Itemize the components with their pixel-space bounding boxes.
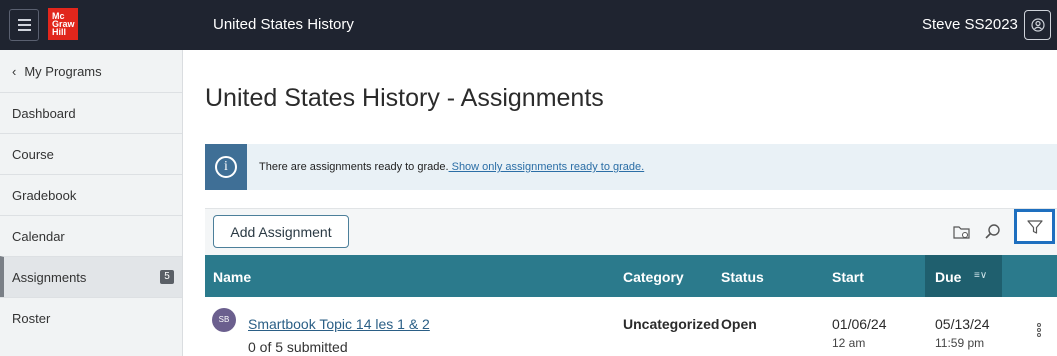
- show-ready-to-grade-link[interactable]: Show only assignments ready to grade.: [449, 161, 645, 173]
- sidebar: ‹ My Programs Dashboard Course Gradebook …: [0, 50, 183, 356]
- user-menu-button[interactable]: [1024, 10, 1051, 40]
- course-title: United States History: [213, 16, 354, 33]
- user-name[interactable]: Steve SS2023: [922, 16, 1018, 33]
- status-cell: Open: [721, 316, 757, 332]
- add-assignment-button[interactable]: Add Assignment: [213, 215, 349, 248]
- assignments-count-badge: 5: [160, 270, 174, 284]
- page-title: United States History - Assignments: [205, 84, 604, 112]
- mcgraw-hill-logo: Mc Graw Hill: [48, 8, 78, 40]
- due-date-cell: 05/13/24: [935, 316, 990, 332]
- more-options-icon[interactable]: [1036, 323, 1042, 337]
- search-icon[interactable]: [982, 221, 1004, 243]
- start-date-cell: 01/06/24: [832, 316, 887, 332]
- banner-text: There are assignments ready to grade.: [259, 161, 449, 173]
- sidebar-item-roster[interactable]: Roster: [0, 297, 182, 338]
- column-header-status[interactable]: Status: [721, 269, 764, 285]
- sidebar-item-calendar[interactable]: Calendar: [0, 215, 182, 256]
- submission-count: 0 of 5 submitted: [248, 339, 348, 355]
- chevron-left-icon: ‹: [12, 64, 17, 79]
- sidebar-item-course[interactable]: Course: [0, 133, 182, 174]
- my-programs-link[interactable]: ‹ My Programs: [0, 50, 182, 92]
- assignments-toolbar: Add Assignment: [205, 208, 1057, 255]
- column-header-name[interactable]: Name: [213, 269, 251, 285]
- assignment-name-link[interactable]: Smartbook Topic 14 les 1 & 2: [248, 316, 430, 332]
- sidebar-item-gradebook[interactable]: Gradebook: [0, 174, 182, 215]
- grading-banner: i There are assignments ready to grade. …: [205, 144, 1057, 190]
- start-time-cell: 12 am: [832, 336, 866, 350]
- assignment-type-avatar: SB: [212, 308, 236, 332]
- sort-icon[interactable]: ≡∨: [974, 270, 987, 281]
- sidebar-item-dashboard[interactable]: Dashboard: [0, 92, 182, 133]
- category-cell: Uncategorized: [623, 316, 720, 332]
- filter-icon: [1026, 219, 1043, 234]
- column-header-due[interactable]: Due: [935, 269, 961, 285]
- user-icon: [1030, 18, 1045, 32]
- top-bar: Mc Graw Hill United States History Steve…: [0, 0, 1057, 50]
- table-row: SB Smartbook Topic 14 les 1 & 2 0 of 5 s…: [205, 297, 1057, 356]
- table-header: Name Category Status Start Due ≡∨: [205, 255, 1057, 297]
- due-time-cell: 11:59 pm: [935, 336, 985, 350]
- menu-icon[interactable]: [9, 9, 39, 41]
- sidebar-item-assignments[interactable]: Assignments 5: [0, 256, 182, 297]
- column-header-start[interactable]: Start: [832, 269, 864, 285]
- column-header-category[interactable]: Category: [623, 269, 684, 285]
- filter-button[interactable]: [1014, 209, 1055, 244]
- info-icon: i: [205, 144, 247, 190]
- folder-icon[interactable]: [951, 221, 973, 243]
